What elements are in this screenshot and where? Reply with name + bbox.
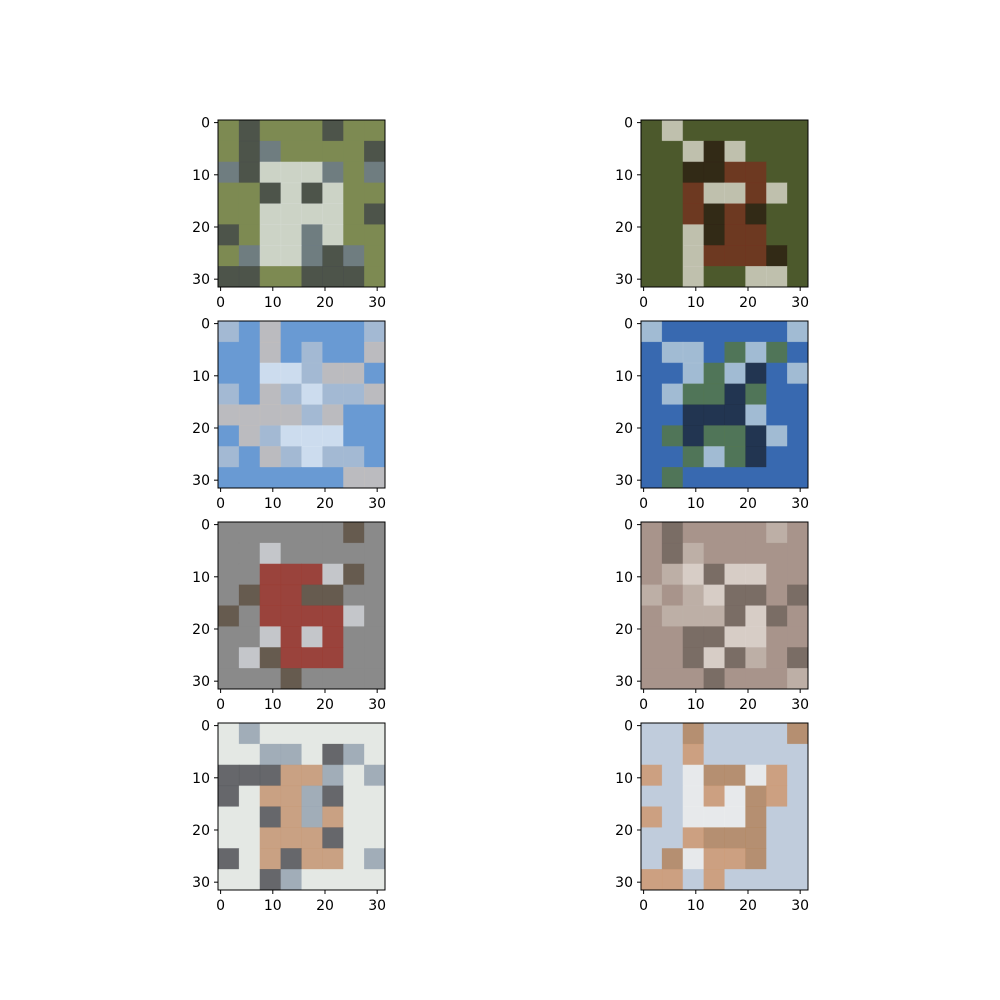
y-tick-label: 0 — [624, 719, 633, 735]
x-tick-label: 30 — [368, 295, 386, 311]
pixel-image — [218, 723, 385, 890]
y-tick-label: 10 — [192, 570, 210, 586]
y-tick-label: 30 — [615, 674, 633, 690]
x-tick-label: 10 — [687, 295, 705, 311]
x-tick-label: 20 — [739, 697, 757, 713]
x-tick-label: 10 — [687, 697, 705, 713]
y-tick-label: 20 — [615, 622, 633, 638]
y-tick-label: 30 — [192, 272, 210, 288]
x-tick-label: 0 — [639, 295, 648, 311]
y-tick-label: 10 — [615, 570, 633, 586]
x-tick-label: 30 — [368, 496, 386, 512]
y-tick-label: 0 — [624, 116, 633, 132]
y-tick-label: 10 — [615, 771, 633, 787]
y-tick-label: 20 — [192, 421, 210, 437]
y-tick-label: 30 — [192, 875, 210, 891]
subplot-5: 0 10 20 30 0 10 20 30 — [192, 518, 386, 713]
x-tick-label: 30 — [791, 496, 809, 512]
y-tick-label: 20 — [615, 220, 633, 236]
y-tick-label: 20 — [615, 823, 633, 839]
subplot-4: 0 10 20 30 0 10 20 30 — [615, 317, 809, 512]
x-tick-label: 10 — [264, 496, 282, 512]
x-tick-label: 10 — [264, 697, 282, 713]
pixel-image — [218, 120, 385, 287]
subplot-3: 0 10 20 30 0 10 20 30 — [192, 317, 386, 512]
y-tick-label: 10 — [615, 168, 633, 184]
x-tick-label: 20 — [739, 496, 757, 512]
x-tick-label: 10 — [687, 898, 705, 914]
x-tick-label: 0 — [639, 697, 648, 713]
pixel-image — [218, 321, 385, 488]
y-tick-label: 20 — [615, 421, 633, 437]
y-tick-label: 0 — [201, 317, 210, 333]
y-tick-label: 0 — [624, 518, 633, 534]
y-tick-label: 20 — [192, 220, 210, 236]
y-tick-label: 10 — [615, 369, 633, 385]
x-tick-label: 0 — [639, 898, 648, 914]
y-tick-label: 0 — [201, 719, 210, 735]
x-tick-label: 20 — [316, 697, 334, 713]
x-tick-label: 20 — [316, 496, 334, 512]
pixel-image — [641, 723, 808, 890]
y-tick-label: 30 — [615, 272, 633, 288]
subplot-2: 0 10 20 30 0 10 20 30 — [615, 116, 809, 311]
y-tick-label: 10 — [192, 771, 210, 787]
subplot-8: 0 10 20 30 0 10 20 30 — [615, 719, 809, 914]
y-tick-label: 0 — [201, 518, 210, 534]
x-tick-label: 0 — [216, 898, 225, 914]
x-tick-label: 20 — [739, 898, 757, 914]
y-tick-label: 30 — [192, 674, 210, 690]
y-tick-label: 20 — [192, 823, 210, 839]
x-tick-label: 0 — [639, 496, 648, 512]
y-tick-label: 30 — [192, 473, 210, 489]
x-tick-label: 30 — [791, 697, 809, 713]
x-tick-label: 20 — [316, 295, 334, 311]
x-tick-label: 30 — [791, 898, 809, 914]
x-tick-label: 10 — [264, 898, 282, 914]
y-tick-label: 30 — [615, 875, 633, 891]
image-grid-figure: 0 10 20 30 0 10 20 30 0 10 20 30 0 10 20 30 0 10 20 30 0 10 20… — [192, 116, 809, 914]
x-tick-label: 30 — [368, 898, 386, 914]
pixel-image — [641, 120, 808, 287]
y-tick-label: 0 — [201, 116, 210, 132]
x-tick-label: 30 — [791, 295, 809, 311]
y-tick-label: 20 — [192, 622, 210, 638]
x-tick-label: 10 — [687, 496, 705, 512]
x-tick-label: 10 — [264, 295, 282, 311]
y-tick-label: 0 — [624, 317, 633, 333]
pixel-image — [641, 321, 808, 488]
x-tick-label: 20 — [316, 898, 334, 914]
pixel-image — [641, 522, 808, 689]
y-tick-label: 10 — [192, 168, 210, 184]
subplot-1: 0 10 20 30 0 10 20 30 — [192, 116, 386, 311]
x-tick-label: 20 — [739, 295, 757, 311]
x-tick-label: 30 — [368, 697, 386, 713]
x-tick-label: 0 — [216, 295, 225, 311]
x-tick-label: 0 — [216, 697, 225, 713]
y-tick-label: 30 — [615, 473, 633, 489]
subplot-7: 0 10 20 30 0 10 20 30 — [192, 719, 386, 914]
y-tick-label: 10 — [192, 369, 210, 385]
pixel-image — [218, 522, 385, 689]
x-tick-label: 0 — [216, 496, 225, 512]
subplot-6: 0 10 20 30 0 10 20 30 — [615, 518, 809, 713]
